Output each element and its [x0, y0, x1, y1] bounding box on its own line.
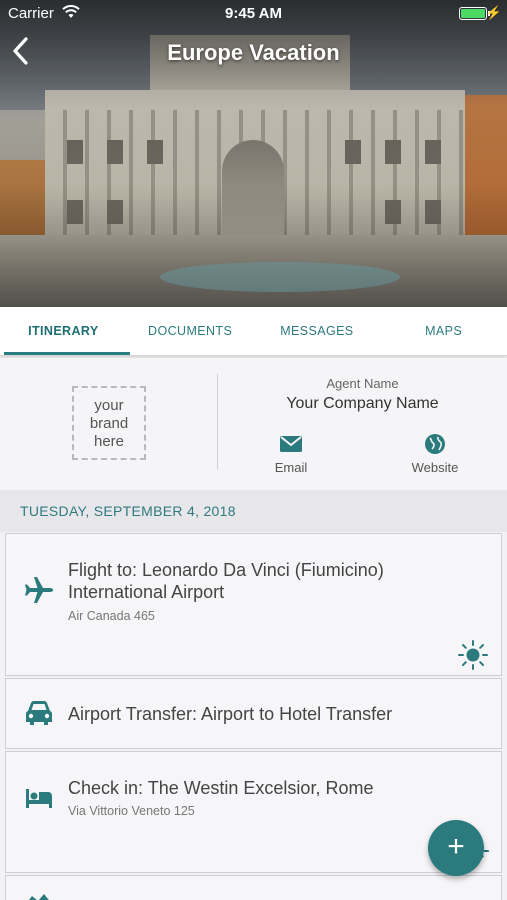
item-title-line: Flight to: Leonardo Da Vinci (Fiumicino) — [68, 560, 384, 580]
bed-icon — [26, 789, 52, 808]
sun-icon — [458, 640, 488, 670]
itinerary-item-next[interactable] — [5, 875, 502, 900]
item-title: Check in: The Westin Excelsior, Rome — [68, 778, 374, 798]
agent-name-label: Agent Name — [326, 376, 399, 391]
itinerary-item-flight[interactable]: Flight to: Leonardo Da Vinci (Fiumicino)… — [5, 533, 502, 676]
globe-icon — [425, 434, 445, 454]
airplane-icon — [29, 894, 49, 900]
company-name: Your Company Name — [286, 395, 439, 412]
itinerary-item-transfer[interactable]: Airport Transfer: Airport to Hotel Trans… — [5, 678, 502, 749]
website-button[interactable]: Website — [395, 432, 475, 475]
add-item-button[interactable]: + — [428, 820, 484, 876]
item-title: Airport Transfer: Airport to Hotel Trans… — [68, 704, 393, 724]
email-button[interactable]: Email — [251, 432, 331, 475]
website-label: Website — [411, 460, 459, 475]
brand-text-line: your — [94, 397, 124, 414]
item-title: Flight to: Leonardo Da Vinci (Fiumicino)… — [68, 559, 384, 603]
mail-icon — [280, 436, 302, 452]
car-icon — [26, 701, 52, 725]
tab-itinerary[interactable]: ITINERARY — [0, 307, 130, 355]
brand-text-line: here — [93, 433, 125, 450]
airplane-icon — [25, 577, 53, 603]
itinerary-item-hotel[interactable]: Check in: The Westin Excelsior, Rome Via… — [5, 751, 502, 873]
battery-icon — [459, 7, 490, 20]
brand-logo-placeholder: your brand here — [72, 386, 146, 460]
page-title: Europe Vacation — [167, 40, 340, 65]
clock: 9:45 AM — [225, 5, 282, 22]
item-subtitle: Air Canada 465 — [68, 609, 155, 623]
agent-card: your brand here Agent Name Your Company … — [0, 358, 507, 490]
brand-text-line: brand — [89, 415, 129, 432]
tab-bar: ITINERARY DOCUMENTS MESSAGES MAPS — [0, 307, 507, 356]
item-title-line: International Airport — [68, 582, 225, 602]
status-bar: Carrier 9:45 AM ⚡ — [0, 0, 507, 28]
tab-maps[interactable]: MAPS — [380, 307, 507, 355]
item-subtitle: Via Vittorio Veneto 125 — [68, 804, 195, 818]
tab-messages[interactable]: MESSAGES — [254, 307, 381, 355]
email-label: Email — [274, 460, 308, 475]
tab-documents[interactable]: DOCUMENTS — [127, 307, 254, 355]
charging-icon: ⚡ — [485, 5, 502, 20]
date-header: TUESDAY, SEPTEMBER 4, 2018 — [0, 490, 507, 532]
